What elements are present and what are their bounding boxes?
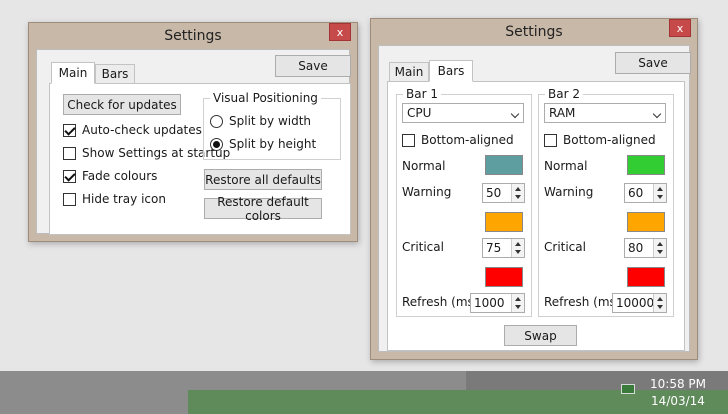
close-button[interactable]: x xyxy=(329,23,351,41)
split-by-height-radio[interactable]: Split by height xyxy=(210,137,316,151)
battery-icon[interactable] xyxy=(621,384,635,394)
radio-icon[interactable] xyxy=(210,137,223,151)
spin-updown[interactable] xyxy=(653,294,666,312)
bar-2-source-select[interactable]: RAM xyxy=(544,103,666,123)
bar-1-bottom-aligned-checkbox[interactable]: Bottom-aligned xyxy=(402,133,514,147)
bar-1-group: Bar 1 CPU Bottom-aligned Normal Warning … xyxy=(396,87,532,317)
bar-2-refresh-input[interactable]: 10000 xyxy=(612,293,667,313)
chevron-down-icon xyxy=(510,109,520,119)
select-value: RAM xyxy=(549,106,576,120)
select-value: CPU xyxy=(407,106,432,120)
save-button[interactable]: Save xyxy=(275,55,351,77)
visual-positioning-group: Visual Positioning Split by width Split … xyxy=(203,91,341,160)
tab-bars[interactable]: Bars xyxy=(95,64,135,84)
group-title: Bar 1 xyxy=(403,87,441,101)
spin-value: 80 xyxy=(628,241,644,255)
spin-updown[interactable] xyxy=(653,239,666,257)
spin-value: 75 xyxy=(486,241,502,255)
spin-value: 60 xyxy=(628,186,644,200)
tab-main[interactable]: Main xyxy=(51,62,95,84)
checkbox-icon[interactable] xyxy=(63,146,76,160)
spin-value: 10000 xyxy=(616,296,655,310)
bar-1-warning-input[interactable]: 50 xyxy=(482,183,525,203)
spin-updown[interactable] xyxy=(511,294,524,312)
window-title: Settings xyxy=(164,28,222,44)
window-client: Save Main Bars Bar 1 CPU Bottom-aligned … xyxy=(378,45,691,352)
bar-1-source-select[interactable]: CPU xyxy=(402,103,524,123)
checkbox-icon[interactable] xyxy=(544,133,557,147)
clock-time: 10:58 PM xyxy=(650,377,706,391)
window-titlebar[interactable]: Settings x xyxy=(29,23,357,49)
group-title: Bar 2 xyxy=(545,87,583,101)
radio-label: Split by height xyxy=(229,137,317,151)
spin-value: 1000 xyxy=(474,296,505,310)
checkbox-label: Bottom-aligned xyxy=(421,133,514,147)
tab-bars[interactable]: Bars xyxy=(429,60,473,82)
taskbar-clock[interactable]: 10:58 PM 14/03/14 xyxy=(650,376,706,410)
taskbar-app-button[interactable] xyxy=(188,390,728,414)
save-button[interactable]: Save xyxy=(615,52,691,74)
bar-1-warning-color-swatch[interactable] xyxy=(485,212,523,232)
refresh-label: Refresh (ms) xyxy=(544,295,621,309)
window-title: Settings xyxy=(505,24,563,40)
refresh-label: Refresh (ms) xyxy=(402,295,479,309)
bar-2-group: Bar 2 RAM Bottom-aligned Normal Warning … xyxy=(538,87,674,317)
split-by-width-radio[interactable]: Split by width xyxy=(210,114,311,128)
check-updates-button[interactable]: Check for updates xyxy=(63,94,181,115)
normal-label: Normal xyxy=(402,159,446,173)
critical-label: Critical xyxy=(402,240,444,254)
checkbox-icon[interactable] xyxy=(63,169,76,183)
spin-updown[interactable] xyxy=(511,239,524,257)
bars-tab-panel: Bar 1 CPU Bottom-aligned Normal Warning … xyxy=(387,81,685,351)
bar-1-critical-input[interactable]: 75 xyxy=(482,238,525,258)
tab-main[interactable]: Main xyxy=(389,62,429,82)
bar-1-critical-color-swatch[interactable] xyxy=(485,267,523,287)
checkbox-label: Fade colours xyxy=(82,169,158,183)
settings-window-bars: Settings x Save Main Bars Bar 1 CPU Bott… xyxy=(370,18,698,360)
hide-tray-icon-checkbox[interactable]: Hide tray icon xyxy=(63,192,166,206)
window-client: Save Main Bars Check for updates Auto-ch… xyxy=(36,49,351,235)
bar-2-warning-color-swatch[interactable] xyxy=(627,212,665,232)
bar-1-normal-color-swatch[interactable] xyxy=(485,155,523,175)
bar-2-critical-input[interactable]: 80 xyxy=(624,238,667,258)
warning-label: Warning xyxy=(402,185,452,199)
fade-colours-checkbox[interactable]: Fade colours xyxy=(63,169,157,183)
radio-icon[interactable] xyxy=(210,114,223,128)
swap-button[interactable]: Swap xyxy=(504,325,577,346)
normal-label: Normal xyxy=(544,159,588,173)
close-button[interactable]: x xyxy=(669,19,691,37)
critical-label: Critical xyxy=(544,240,586,254)
checkbox-icon[interactable] xyxy=(63,123,76,137)
checkbox-icon[interactable] xyxy=(402,133,415,147)
bar-2-critical-color-swatch[interactable] xyxy=(627,267,665,287)
settings-window-main: Settings x Save Main Bars Check for upda… xyxy=(28,22,358,242)
clock-date: 14/03/14 xyxy=(651,394,705,408)
bar-1-refresh-input[interactable]: 1000 xyxy=(470,293,525,313)
bar-2-normal-color-swatch[interactable] xyxy=(627,155,665,175)
warning-label: Warning xyxy=(544,185,594,199)
checkbox-label: Bottom-aligned xyxy=(563,133,656,147)
restore-all-defaults-button[interactable]: Restore all defaults xyxy=(204,169,322,190)
checkbox-label: Auto-check updates xyxy=(82,123,202,137)
chevron-down-icon xyxy=(652,109,662,119)
spin-value: 50 xyxy=(486,186,502,200)
checkbox-label: Hide tray icon xyxy=(82,192,166,206)
restore-default-colors-button[interactable]: Restore default colors xyxy=(204,195,322,223)
bar-2-warning-input[interactable]: 60 xyxy=(624,183,667,203)
auto-check-updates-checkbox[interactable]: Auto-check updates xyxy=(63,123,202,137)
bar-2-bottom-aligned-checkbox[interactable]: Bottom-aligned xyxy=(544,133,656,147)
spin-updown[interactable] xyxy=(511,184,524,202)
window-titlebar[interactable]: Settings x xyxy=(371,19,697,45)
main-tab-panel: Check for updates Auto-check updates Sho… xyxy=(49,83,351,235)
spin-updown[interactable] xyxy=(653,184,666,202)
group-title: Visual Positioning xyxy=(210,91,321,105)
radio-label: Split by width xyxy=(229,114,312,128)
checkbox-icon[interactable] xyxy=(63,192,76,206)
